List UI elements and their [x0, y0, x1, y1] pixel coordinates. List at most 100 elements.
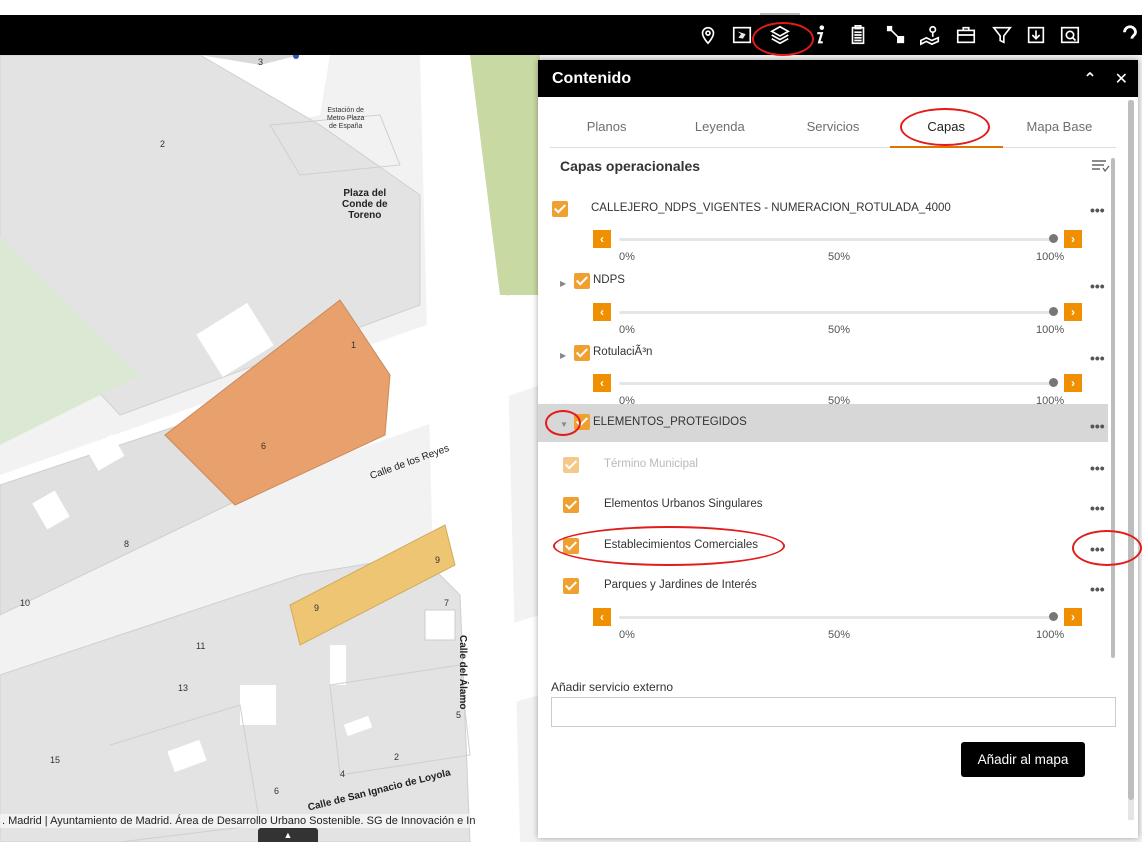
layer-options-icon[interactable]: •••: [1090, 500, 1105, 516]
metro-station-label: Estación de Metro Plaza de España: [327, 107, 364, 131]
layer-options-icon[interactable]: •••: [1090, 460, 1105, 476]
opacity-decrease-button[interactable]: ‹: [593, 374, 611, 392]
tick-min: 0%: [619, 324, 635, 336]
layer-row-rotulacion: ▶ RotulaciÃ³n •••: [538, 340, 1108, 370]
layer-checkbox-elementos-protegidos[interactable]: [574, 414, 590, 430]
layer-label-elementos-protegidos: ELEMENTOS_PROTEGIDOS: [593, 416, 747, 428]
tab-capas[interactable]: Capas: [889, 112, 1004, 148]
opacity-increase-button[interactable]: ›: [1064, 303, 1082, 321]
layer-options-icon[interactable]: •••: [1090, 278, 1105, 294]
plaza-label: Plaza del Conde de Toreno: [342, 188, 388, 221]
briefcase-icon[interactable]: [952, 21, 980, 49]
plaza-label-line-1: Plaza del: [343, 188, 387, 199]
opacity-increase-button[interactable]: ›: [1064, 230, 1082, 248]
tab-servicios[interactable]: Servicios: [776, 112, 889, 147]
street-number: 3: [258, 57, 264, 67]
layer-label-callejero: CALLEJERO_NDPS_VIGENTES - NUMERACION_ROT…: [591, 202, 951, 214]
zoom-search-icon[interactable]: [1056, 21, 1084, 49]
opacity-decrease-button[interactable]: ‹: [593, 608, 611, 626]
filter-icon[interactable]: [988, 21, 1016, 49]
layer-row-establecimientos: Establecimientos Comerciales •••: [538, 533, 1108, 563]
layer-label-ndps: NDPS: [593, 274, 625, 286]
layer-checkbox-parques[interactable]: [563, 578, 579, 594]
layer-checkbox-ndps[interactable]: [574, 273, 590, 289]
tick-mid: 50%: [828, 629, 851, 641]
layer-options-icon[interactable]: •••: [1090, 541, 1105, 557]
panel-scrollbar[interactable]: [1128, 100, 1134, 820]
layer-checkbox-rotulacion[interactable]: [574, 345, 590, 361]
opacity-track[interactable]: [619, 382, 1051, 385]
plaza-label-line-3: Toreno: [348, 210, 382, 221]
opacity-track[interactable]: [619, 311, 1051, 314]
download-icon[interactable]: [1022, 21, 1050, 49]
opacity-thumb[interactable]: [1049, 307, 1058, 316]
help-icon[interactable]: [1118, 21, 1142, 49]
street-number: 7: [444, 598, 450, 608]
tab-leyenda[interactable]: Leyenda: [663, 112, 776, 147]
layer-checkbox-elementos-urbanos[interactable]: [563, 497, 579, 513]
tab-planos[interactable]: Planos: [550, 112, 663, 147]
map-overview-icon[interactable]: [728, 21, 756, 49]
plaza-label-line-2: Conde de: [342, 199, 388, 210]
tick-min: 0%: [619, 251, 635, 263]
collapse-caret-icon[interactable]: ▼: [560, 420, 568, 429]
layer-row-elementos-urbanos: Elementos Urbanos Singulares •••: [538, 492, 1108, 522]
street-number: 8: [124, 539, 130, 549]
panel-tabs: Planos Leyenda Servicios Capas Mapa Base: [550, 112, 1116, 148]
street-number: 6: [274, 786, 280, 796]
add-to-map-button[interactable]: Añadir al mapa: [961, 742, 1085, 777]
location-pin-icon[interactable]: [694, 21, 722, 49]
metro-station-label-line-1: Estación de: [327, 107, 364, 114]
print-map-icon[interactable]: [916, 21, 944, 49]
tab-mapa-base[interactable]: Mapa Base: [1003, 112, 1116, 147]
layer-options-icon[interactable]: •••: [1090, 418, 1105, 434]
opacity-decrease-button[interactable]: ‹: [593, 303, 611, 321]
layer-row-callejero: CALLEJERO_NDPS_VIGENTES - NUMERACION_ROT…: [538, 196, 1108, 226]
street-number: 2: [160, 139, 166, 149]
layer-checkbox-termino-municipal[interactable]: [563, 457, 579, 473]
clipboard-icon[interactable]: [844, 21, 872, 49]
measure-icon[interactable]: [882, 21, 910, 49]
street-number: 9: [314, 603, 320, 613]
layer-label-parques: Parques y Jardines de Interés: [604, 579, 757, 591]
expand-caret-icon[interactable]: ▶: [560, 351, 566, 360]
layer-label-termino-municipal: Término Municipal: [604, 458, 698, 470]
layer-checkbox-establecimientos[interactable]: [563, 538, 579, 554]
metro-station-label-line-3: de España: [328, 123, 363, 130]
content-panel: Contenido ⌃ ✕ Planos Leyenda Servicios C…: [538, 60, 1138, 838]
opacity-increase-button[interactable]: ›: [1064, 374, 1082, 392]
layer-label-elementos-urbanos: Elementos Urbanos Singulares: [604, 498, 763, 510]
layer-checkbox-callejero[interactable]: [552, 201, 568, 217]
expand-caret-icon[interactable]: ▶: [560, 279, 566, 288]
layer-row-elementos-protegidos[interactable]: ▼ ELEMENTOS_PROTEGIDOS •••: [538, 404, 1108, 442]
opacity-decrease-button[interactable]: ‹: [593, 230, 611, 248]
opacity-slider-ndps: ‹ › 0% 50% 100%: [593, 303, 1083, 343]
panel-title: Contenido: [552, 69, 632, 87]
close-icon[interactable]: ✕: [1115, 69, 1128, 89]
opacity-thumb[interactable]: [1049, 378, 1058, 387]
street-number: 13: [178, 683, 189, 693]
opacity-thumb[interactable]: [1049, 234, 1058, 243]
street-number: 9: [435, 555, 441, 565]
opacity-thumb[interactable]: [1049, 612, 1058, 621]
layer-options-icon[interactable]: •••: [1090, 202, 1105, 218]
map-collapse-toggle[interactable]: ▲: [258, 828, 318, 842]
external-service-input[interactable]: [551, 697, 1116, 727]
opacity-track[interactable]: [619, 238, 1051, 241]
opacity-slider-callejero: ‹ › 0% 50% 100%: [593, 230, 1083, 270]
layers-icon[interactable]: [766, 21, 794, 49]
panel-scrollbar-thumb[interactable]: [1128, 100, 1134, 800]
opacity-increase-button[interactable]: ›: [1064, 608, 1082, 626]
map-attribution: . Madrid | Ayuntamiento de Madrid. Área …: [0, 814, 478, 828]
layer-options-icon[interactable]: •••: [1090, 350, 1105, 366]
collapse-panel-icon[interactable]: ⌃: [1083, 69, 1096, 89]
opacity-track[interactable]: [619, 616, 1051, 619]
street-number: 5: [456, 710, 462, 720]
street-number: 11: [196, 641, 206, 651]
tick-min: 0%: [619, 629, 635, 641]
layer-list-scrollbar[interactable]: [1111, 158, 1115, 658]
street-number: 2: [394, 752, 400, 762]
layer-options-icon[interactable]: •••: [1090, 581, 1105, 597]
layer-list-menu-icon[interactable]: [1090, 156, 1110, 176]
info-icon[interactable]: [806, 21, 834, 49]
